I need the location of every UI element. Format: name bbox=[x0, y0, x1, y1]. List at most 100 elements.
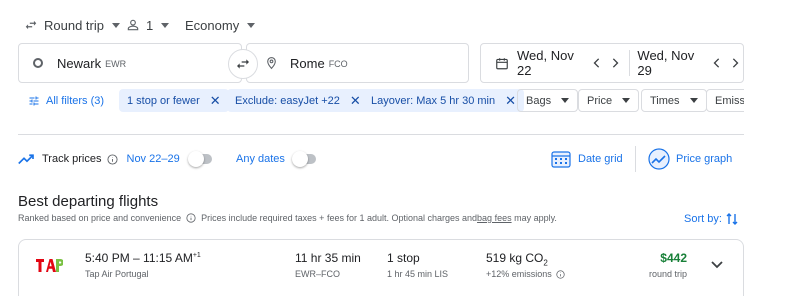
emissions-subscript: 2 bbox=[543, 258, 548, 268]
chip-label: Exclude: easyJet +22 bbox=[235, 94, 340, 107]
sort-by-button[interactable]: Sort by: bbox=[684, 211, 738, 227]
date-divider bbox=[628, 50, 630, 76]
return-date[interactable]: Wed, Nov 29 bbox=[637, 48, 703, 78]
swap-locations-button[interactable] bbox=[228, 49, 258, 79]
origin-code: EWR bbox=[105, 59, 127, 69]
price-notice-suffix: may apply. bbox=[511, 213, 557, 223]
close-icon[interactable]: ✕ bbox=[210, 94, 221, 107]
destination-city: Rome bbox=[290, 55, 325, 71]
chip-label: Times bbox=[650, 94, 680, 107]
swap-arrows-icon bbox=[235, 56, 251, 72]
price-graph-label: Price graph bbox=[676, 153, 733, 165]
track-prices-toggle[interactable] bbox=[187, 151, 214, 167]
destination-code: FCO bbox=[328, 59, 348, 69]
chevron-down-icon bbox=[622, 98, 631, 103]
origin-circle-icon bbox=[33, 58, 43, 68]
chip-label: Emissions bbox=[715, 94, 744, 107]
price-dropdown[interactable]: Price bbox=[578, 89, 640, 112]
bags-dropdown[interactable]: Bags bbox=[517, 89, 579, 112]
date-grid-label: Date grid bbox=[578, 153, 623, 165]
trending-up-icon bbox=[18, 153, 36, 165]
toggle-knob bbox=[187, 151, 204, 167]
destination-field[interactable]: Rome FCO bbox=[246, 43, 469, 83]
any-dates-toggle[interactable] bbox=[291, 151, 318, 167]
location-pin-icon bbox=[265, 55, 278, 71]
airline-name: Tap Air Portugal bbox=[85, 269, 149, 279]
flight-duration: 11 hr 35 min bbox=[295, 251, 361, 265]
options-divider bbox=[635, 146, 636, 172]
depart-next-button[interactable] bbox=[607, 54, 623, 72]
results-heading: Best departing flights bbox=[18, 193, 159, 210]
return-next-button[interactable] bbox=[727, 54, 743, 72]
date-grid-button[interactable]: Date grid bbox=[551, 148, 623, 170]
layover-info: 1 hr 45 min LIS bbox=[387, 269, 449, 279]
date-grid-icon bbox=[551, 150, 571, 168]
airline-logo-tap bbox=[35, 256, 63, 274]
day-offset: +1 bbox=[192, 252, 201, 259]
emissions-dropdown-clip: Emissions bbox=[706, 89, 744, 112]
price-graph-icon bbox=[648, 148, 670, 170]
flight-stops: 1 stop bbox=[387, 251, 420, 265]
emissions-value: 519 kg CO2 bbox=[486, 251, 548, 267]
close-icon[interactable]: ✕ bbox=[505, 94, 516, 107]
track-prices-label: Track prices bbox=[42, 153, 102, 165]
return-prev-button[interactable] bbox=[709, 54, 725, 72]
info-icon[interactable] bbox=[186, 213, 196, 223]
chevron-down-icon bbox=[561, 98, 570, 103]
filter-chip-stops[interactable]: 1 stop or fewer ✕ bbox=[119, 89, 229, 112]
filter-chip-exclude[interactable]: Exclude: easyJet +22 ✕ bbox=[227, 89, 369, 112]
trip-type-label: Round trip bbox=[44, 17, 104, 33]
close-icon[interactable]: ✕ bbox=[350, 94, 361, 107]
info-icon[interactable] bbox=[556, 269, 565, 279]
all-filters-button[interactable]: All filters (3) bbox=[28, 89, 104, 112]
toggle-knob bbox=[291, 151, 308, 167]
origin-city: Newark bbox=[57, 55, 102, 71]
chip-label: Bags bbox=[526, 94, 552, 107]
expand-button[interactable] bbox=[707, 257, 727, 273]
sort-by-label: Sort by: bbox=[684, 213, 722, 225]
all-filters-label: All filters (3) bbox=[46, 94, 105, 107]
dates-field[interactable]: Wed, Nov 22 Wed, Nov 29 bbox=[480, 43, 744, 83]
flight-times: 5:40 PM – 11:15 AM+1 bbox=[85, 251, 201, 265]
bag-fees-link[interactable]: bag fees bbox=[477, 213, 512, 223]
chip-label: 1 stop or fewer bbox=[127, 94, 200, 107]
flight-route: EWR–FCO bbox=[295, 269, 340, 279]
flight-result-card[interactable]: 5:40 PM – 11:15 AM+1 Tap Air Portugal 11… bbox=[18, 239, 744, 296]
cabin-class-label: Economy bbox=[185, 17, 240, 33]
times-dropdown[interactable]: Times bbox=[641, 89, 707, 112]
flight-price: $442 bbox=[660, 251, 687, 265]
cabin-class-dropdown[interactable]: Economy bbox=[185, 14, 256, 36]
emissions-delta: +12% emissions bbox=[486, 269, 552, 279]
chip-label: Layover: Max 5 hr 30 min bbox=[371, 94, 496, 107]
trip-type-dropdown[interactable]: Round trip bbox=[24, 14, 120, 36]
price-graph-button[interactable]: Price graph bbox=[648, 147, 732, 171]
chevron-down-icon bbox=[711, 261, 723, 269]
chip-label: Price bbox=[587, 94, 613, 107]
origin-field[interactable]: Newark EWR bbox=[18, 43, 242, 83]
passengers-count: 1 bbox=[146, 17, 154, 33]
track-prices-row: Track prices Nov 22–29 bbox=[18, 150, 214, 168]
person-icon bbox=[126, 18, 140, 32]
emissions-delta-row: +12% emissions bbox=[486, 269, 565, 279]
filter-sliders-icon bbox=[28, 95, 40, 107]
flight-times-text: 5:40 PM – 11:15 AM bbox=[85, 251, 193, 265]
chevron-down-icon bbox=[161, 22, 170, 28]
ranking-note: Ranked based on price and convenience bbox=[18, 213, 182, 223]
chevron-down-icon bbox=[111, 22, 120, 28]
results-subtitle-row: Ranked based on price and convenience Pr… bbox=[18, 213, 557, 223]
any-dates-row: Any dates bbox=[236, 150, 318, 168]
emissions-text: 519 kg CO bbox=[486, 251, 544, 265]
depart-prev-button[interactable] bbox=[589, 54, 605, 72]
chevron-down-icon bbox=[689, 98, 698, 103]
filter-chip-layover[interactable]: Layover: Max 5 hr 30 min ✕ bbox=[363, 89, 525, 112]
passengers-dropdown[interactable]: 1 bbox=[126, 14, 170, 36]
swap-arrows-icon bbox=[24, 18, 38, 32]
track-date-range: Nov 22–29 bbox=[126, 153, 180, 165]
price-notice-prefix: Prices include required taxes + fees for… bbox=[201, 213, 478, 223]
depart-date[interactable]: Wed, Nov 22 bbox=[517, 48, 583, 78]
chevron-down-icon bbox=[247, 22, 256, 28]
calendar-icon bbox=[495, 56, 509, 71]
emissions-dropdown[interactable]: Emissions bbox=[706, 89, 744, 112]
info-icon[interactable] bbox=[106, 153, 118, 165]
sort-icon bbox=[726, 212, 738, 226]
